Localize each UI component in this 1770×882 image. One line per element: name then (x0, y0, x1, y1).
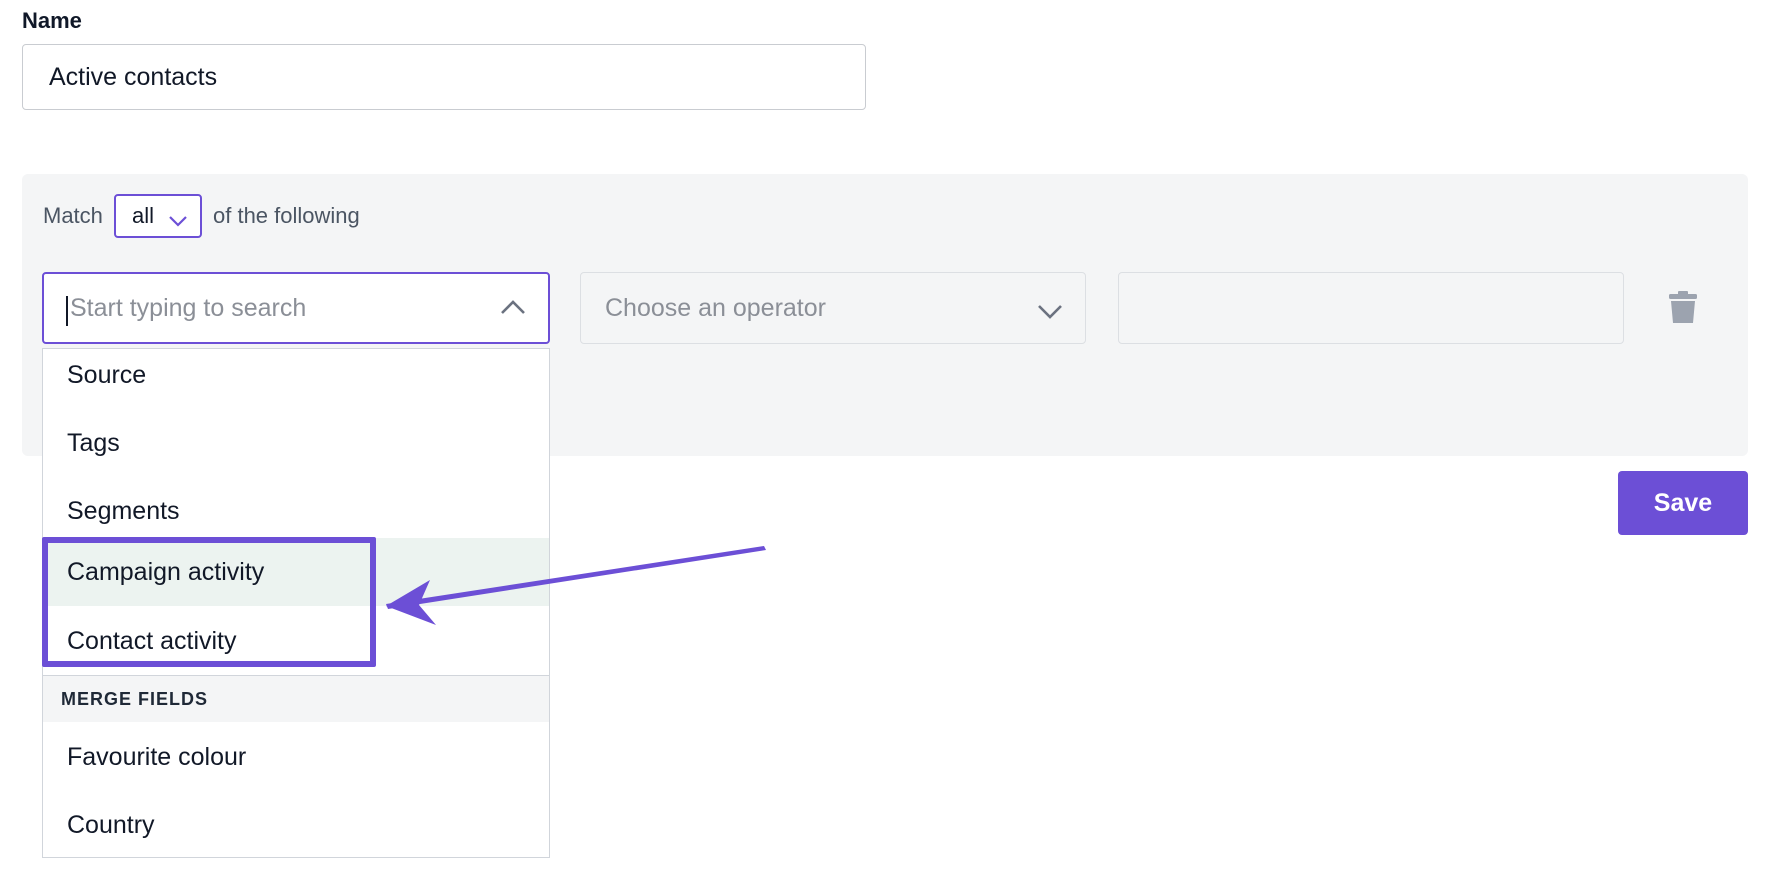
dropdown-item-tags[interactable]: Tags (43, 409, 549, 477)
dropdown-item-source[interactable]: Source (43, 349, 549, 409)
operator-select[interactable]: Choose an operator (580, 272, 1086, 344)
text-cursor (66, 296, 68, 326)
chevron-down-icon (168, 208, 188, 234)
trash-icon[interactable] (1668, 290, 1698, 329)
field-search-input[interactable] (68, 292, 472, 324)
dropdown-item-label: Source (67, 360, 147, 389)
merge-fields-header: MERGE FIELDS (43, 676, 549, 722)
dropdown-item-label: Tags (67, 428, 120, 457)
field-search[interactable] (42, 272, 550, 344)
match-suffix-label: of the following (213, 203, 360, 228)
dropdown-item-label: Country (67, 810, 155, 839)
match-prefix-label: Match (43, 203, 103, 228)
chevron-down-icon (1037, 299, 1063, 328)
annotation-arrow-icon (370, 530, 770, 635)
name-label: Name (22, 8, 82, 33)
dropdown-item-label: Segments (67, 496, 180, 525)
match-select[interactable]: all (114, 194, 202, 238)
chevron-up-icon[interactable] (500, 298, 526, 321)
operator-select-placeholder: Choose an operator (605, 293, 826, 322)
save-button[interactable]: Save (1618, 471, 1748, 535)
dropdown-item-favourite-colour[interactable]: Favourite colour (43, 723, 549, 791)
match-select-value: all (132, 203, 155, 228)
dropdown-item-label: Contact activity (67, 626, 237, 655)
dropdown-item-label: Campaign activity (67, 557, 265, 586)
dropdown-item-country[interactable]: Country (43, 791, 549, 857)
dropdown-item-label: Favourite colour (67, 742, 247, 771)
value-input[interactable] (1118, 272, 1624, 344)
name-input[interactable] (22, 44, 866, 110)
